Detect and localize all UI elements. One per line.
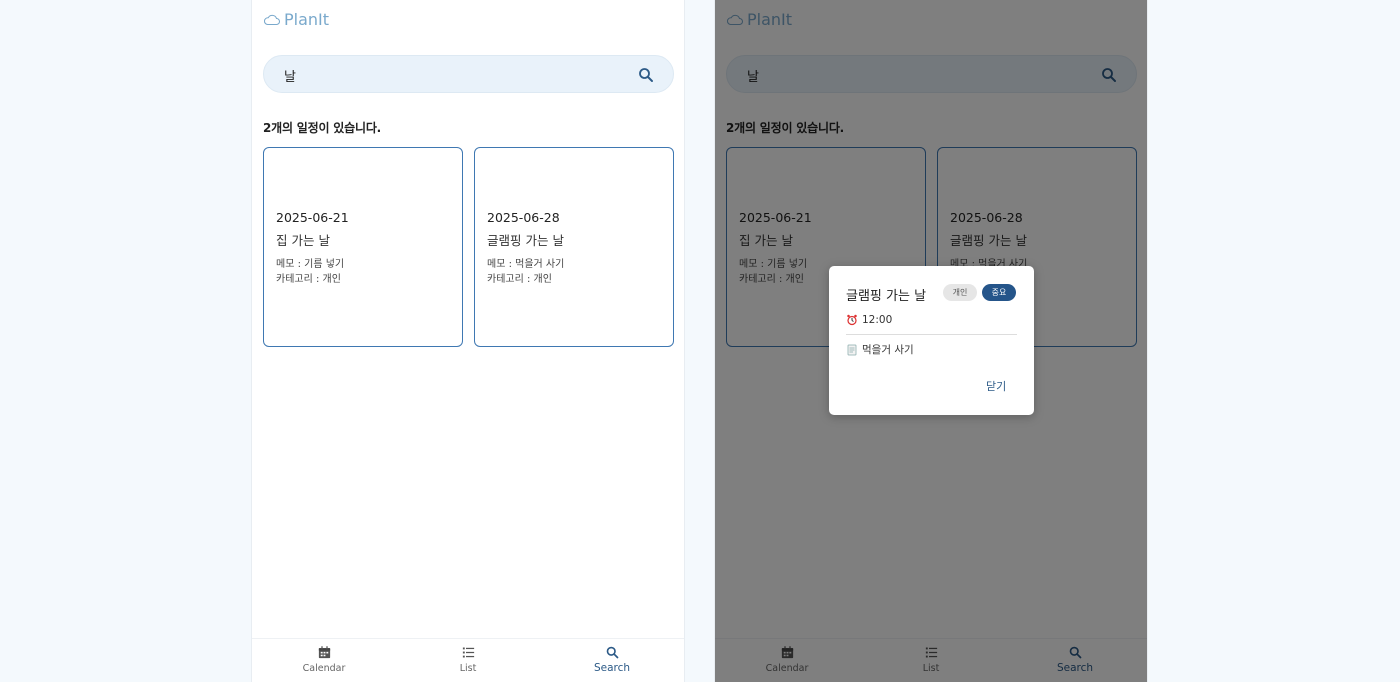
card-title: 글램핑 가는 날 bbox=[487, 233, 564, 248]
memo-value: 먹을거 사기 bbox=[862, 344, 914, 356]
nav-item-search[interactable]: Search bbox=[540, 639, 684, 682]
app-name: PlanIt bbox=[284, 10, 330, 29]
schedule-card[interactable]: 2025-06-21 집 가는 날 메모 : 기름 넣기 카테고리 : 개인 bbox=[263, 147, 463, 347]
search-bar bbox=[263, 55, 674, 93]
nav-item-list[interactable]: List bbox=[396, 639, 540, 682]
card-category: 카테고리 : 개인 bbox=[276, 274, 341, 285]
modal-divider bbox=[846, 334, 1017, 335]
alarm-clock-icon bbox=[847, 314, 857, 326]
schedule-detail-modal: 글램핑 가는 날 개인 중요 12:00 먹을거 사기 닫기 bbox=[829, 266, 1034, 415]
priority-badge: 중요 bbox=[982, 284, 1016, 301]
result-count: 2개의 일정이 있습니다. bbox=[263, 121, 382, 135]
time-value: 12:00 bbox=[862, 314, 893, 326]
search-icon[interactable] bbox=[637, 66, 655, 84]
card-memo: 메모 : 기름 넣기 bbox=[276, 259, 345, 270]
bottom-nav: Calendar List Search bbox=[252, 638, 684, 682]
nav-label: Search bbox=[593, 662, 631, 674]
modal-title: 글램핑 가는 날 bbox=[846, 289, 927, 304]
card-date: 2025-06-21 bbox=[276, 210, 349, 225]
modal-time: 12:00 bbox=[846, 314, 892, 326]
modal-memo: 먹을거 사기 bbox=[846, 342, 914, 357]
cloud-icon bbox=[263, 14, 280, 25]
card-memo: 메모 : 먹을거 사기 bbox=[487, 259, 565, 270]
nav-label: Calendar bbox=[302, 663, 346, 674]
card-date: 2025-06-28 bbox=[487, 210, 560, 225]
list-icon bbox=[462, 647, 474, 658]
nav-label: List bbox=[459, 663, 477, 674]
search-input[interactable] bbox=[284, 65, 624, 85]
nav-item-calendar[interactable]: Calendar bbox=[252, 639, 396, 682]
app-logo[interactable]: PlanIt bbox=[263, 10, 329, 29]
card-category: 카테고리 : 개인 bbox=[487, 274, 552, 285]
memo-icon bbox=[847, 344, 857, 355]
calendar-icon bbox=[318, 646, 330, 659]
schedule-card[interactable]: 2025-06-28 글램핑 가는 날 메모 : 먹을거 사기 카테고리 : 개… bbox=[474, 147, 674, 347]
card-title: 집 가는 날 bbox=[276, 233, 330, 248]
search-icon bbox=[606, 646, 618, 659]
category-badge: 개인 bbox=[943, 284, 977, 301]
search-screen: PlanIt 2개의 일정이 있습니다. 2025-06-21 집 가는 날 메… bbox=[251, 0, 685, 682]
close-button[interactable]: 닫기 bbox=[986, 378, 1006, 394]
